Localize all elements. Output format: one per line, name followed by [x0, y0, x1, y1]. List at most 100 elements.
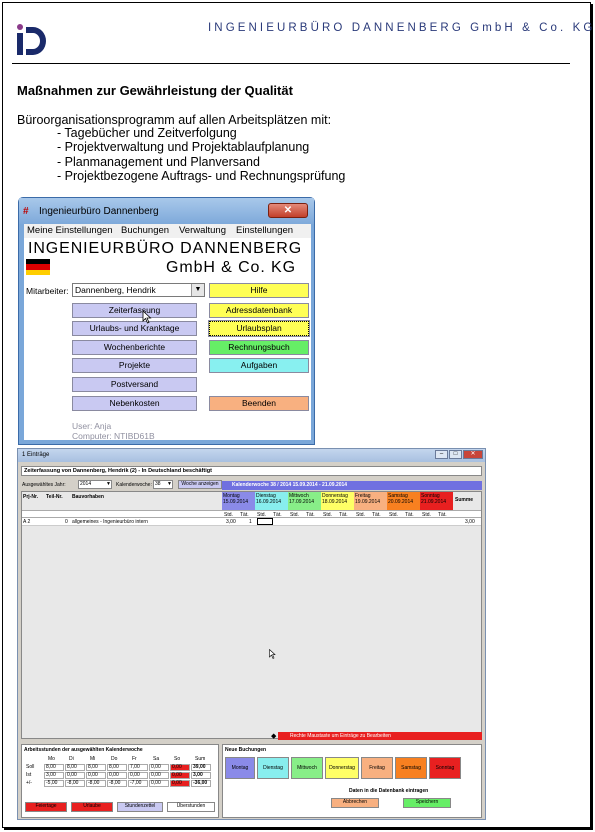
hours-col-header: Mo — [48, 756, 55, 762]
hours-cell: 0,00 — [170, 780, 190, 787]
std-cell: 3,00 — [226, 519, 236, 525]
week-banner: Kalenderwoche 38 / 2014 15.09.2014 - 21.… — [222, 481, 482, 490]
user-label: User: Anja — [72, 421, 112, 431]
bullet-item: - Tagebücher und Zeitverfolgung — [57, 126, 237, 140]
year-value: 2014 — [80, 481, 92, 487]
session-info: User: Anja Computer: NTIBD61B — [72, 421, 155, 441]
speichern-button[interactable]: Speichern — [403, 798, 451, 808]
urlaube-button[interactable]: Urlaube — [71, 802, 113, 812]
zeiterfassung-button[interactable]: Zeiterfassung — [72, 303, 197, 318]
adressdatenbank-button[interactable]: Adressdatenbank — [209, 303, 309, 318]
menu-einstellungen[interactable]: Einstellungen — [236, 225, 293, 236]
employee-select[interactable]: Dannenberg, Hendrik ▼ — [72, 283, 205, 297]
year-select[interactable]: 2014 ▼ — [78, 480, 112, 489]
aufgaben-button[interactable]: Aufgaben — [209, 358, 309, 373]
intro-text: Büroorganisationsprogramm auf allen Arbe… — [17, 113, 332, 127]
col-summe: Summe — [455, 497, 474, 503]
day-date: 16.09.2014 — [256, 499, 282, 505]
hours-cell: 8,00 — [86, 764, 106, 771]
hours-cell: -7,00 — [128, 780, 148, 787]
window-controls: – □ ✕ — [434, 450, 483, 461]
wochenberichte-button[interactable]: Wochenberichte — [72, 340, 197, 355]
employee-label: Mitarbeiter: — [26, 286, 69, 296]
week-select[interactable]: 38 ▼ — [153, 480, 173, 489]
hours-cell: -5,00 — [44, 780, 64, 787]
new-donnerstag-button[interactable]: Donnerstag — [325, 757, 359, 779]
hours-cell: -8,00 — [65, 780, 85, 787]
timesheet-grid: Prj-Nr. Teil-Nr. Bauvorhaben Montag 15.09… — [21, 491, 482, 739]
close-button[interactable]: ✕ — [268, 203, 308, 218]
hours-cell: 8,00 — [107, 764, 127, 771]
day-date: 21.09.2014 — [421, 499, 447, 505]
hours-cell: 3,00 — [191, 772, 211, 779]
projekte-button[interactable]: Projekte — [72, 358, 197, 373]
hours-row-label: +/- — [26, 780, 32, 786]
urlaubs-kranktage-button[interactable]: Urlaubs- und Kranktage — [72, 321, 197, 336]
stundenzettel-button[interactable]: Stundenzettel — [117, 802, 163, 812]
hours-col-header: Fr — [132, 756, 137, 762]
day-date: 19.09.2014 — [355, 499, 381, 505]
hours-col-header: Di — [69, 756, 74, 762]
title-bar: 1 Einträge – □ ✕ — [18, 449, 485, 462]
brand-line-1: INGENIEURBÜRO DANNENBERG — [28, 240, 303, 257]
menu-bar: Meine Einstellungen Buchungen Verwaltung… — [24, 224, 311, 238]
menu-buchungen[interactable]: Buchungen — [121, 225, 169, 236]
urlaubsplan-button[interactable]: Urlaubsplan — [208, 320, 310, 337]
col-bauvorhaben: Bauvorhaben — [72, 494, 104, 500]
hours-cell: 0,00 — [149, 772, 169, 779]
maximize-button[interactable]: □ — [449, 450, 462, 459]
new-dienstag-button[interactable]: Dienstag — [257, 757, 289, 779]
hours-col-header: Sa — [153, 756, 160, 762]
feiertage-button[interactable]: Feiertage — [25, 802, 67, 812]
bullet-item: - Projektverwaltung und Projektablaufpla… — [57, 140, 310, 154]
app-icon: # — [23, 206, 29, 217]
new-montag-button[interactable]: Montag — [225, 757, 255, 779]
day-col-mittwoch: Mittwoch 17.09.2014 — [288, 492, 321, 510]
ueberstunden-button[interactable]: Überstunden — [167, 802, 215, 812]
prj-cell: A 2 — [23, 519, 31, 525]
hours-cell: 0,00 — [128, 772, 148, 779]
sum-cell: 3,00 — [465, 519, 475, 525]
new-bookings-panel: Neue Buchungen Montag Dienstag Mittwoch … — [222, 744, 482, 818]
new-sonntag-button[interactable]: Sonntag — [429, 757, 461, 779]
hours-cell: -8,00 — [107, 780, 127, 787]
computer-label: Computer: NTIBD61B — [72, 431, 155, 441]
day-col-montag: Montag 15.09.2014 — [222, 492, 255, 510]
employee-value: Dannenberg, Hendrik — [75, 285, 156, 295]
day-col-freitag: Freitag 19.09.2014 — [354, 492, 387, 510]
day-col-donnerstag: Donnerstag 18.09.2014 — [321, 492, 354, 510]
window-title: Ingenieurbüro Dannenberg — [39, 206, 159, 217]
close-button[interactable]: ✕ — [463, 450, 483, 459]
nebenkosten-button[interactable]: Nebenkosten — [72, 396, 197, 411]
menu-verwaltung[interactable]: Verwaltung — [179, 225, 226, 236]
new-samstag-button[interactable]: Samstag — [395, 757, 427, 779]
hours-cell: 3,00 — [44, 772, 64, 779]
hours-col-header: Mi — [90, 756, 96, 762]
selected-cell[interactable] — [257, 518, 273, 525]
hours-cell: 0,00 — [86, 772, 106, 779]
hours-cell: -8,00 — [86, 780, 106, 787]
table-row[interactable]: A 2 0 allgemeines - Ingenieurbüro intern… — [22, 518, 481, 526]
hours-cell: 0,00 — [170, 764, 190, 771]
company-header: INGENIEURBÜRO DANNENBERG GmbH & Co. KG — [208, 22, 595, 34]
timesheet-header: Zeiterfassung von Dannenberg, Hendrik (2… — [21, 466, 482, 476]
db-label: Daten in die Datenbank eintragen — [349, 788, 429, 794]
minimize-button[interactable]: – — [435, 450, 448, 459]
bullet-item: - Projektbezogene Auftrags- und Rechnung… — [57, 169, 346, 183]
hours-cell: 0,00 — [65, 772, 85, 779]
day-date: 20.09.2014 — [388, 499, 414, 505]
new-freitag-button[interactable]: Freitag — [361, 757, 393, 779]
abbrechen-button[interactable]: Abbrechen — [331, 798, 379, 808]
subheader-row: Std. Tät. Std. Tät. Std. Tät. Std. Tät. Std.… — [22, 510, 481, 518]
beenden-button[interactable]: Beenden — [209, 396, 309, 411]
hilfe-button[interactable]: Hilfe — [209, 283, 309, 298]
postversand-button[interactable]: Postversand — [72, 377, 197, 392]
rechnungsbuch-button[interactable]: Rechnungsbuch — [209, 340, 309, 355]
hours-col-header: Do — [111, 756, 118, 762]
new-mittwoch-button[interactable]: Mittwoch — [291, 757, 323, 779]
chevron-down-icon[interactable]: ▼ — [191, 284, 204, 296]
show-week-button[interactable]: Woche anzeigen — [178, 480, 222, 489]
hours-row-label: Soll — [26, 764, 35, 770]
hours-panel: Arbeitsstunden der ausgewählten Kalender… — [21, 744, 219, 818]
menu-meine-einstellungen[interactable]: Meine Einstellungen — [27, 225, 113, 236]
